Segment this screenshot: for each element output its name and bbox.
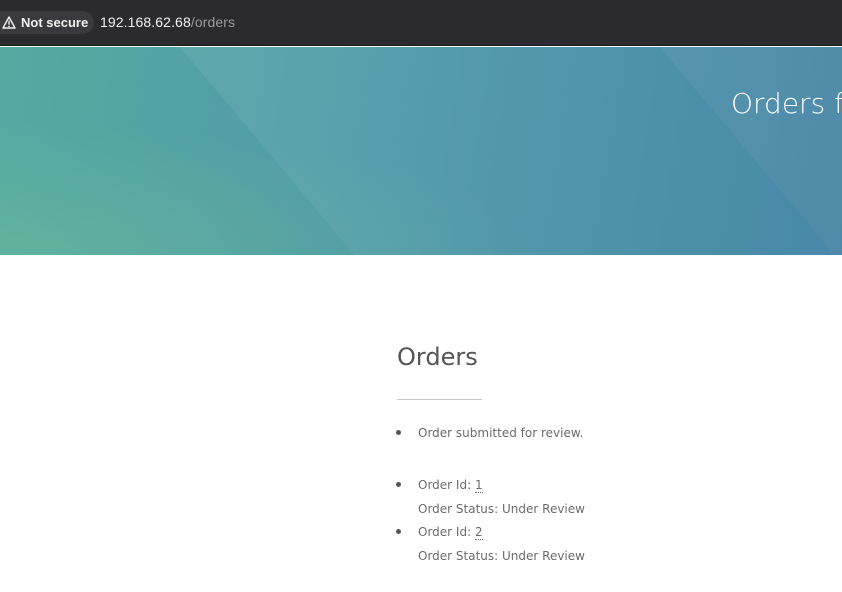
page-title: Orders [397, 343, 478, 371]
order-id-line: Order Id: 1 [418, 478, 483, 493]
list-bullet [396, 529, 401, 534]
order-message: Order submitted for review. [418, 426, 584, 440]
order-status-label: Order Status: [418, 549, 503, 563]
hero-banner: Orders fo [0, 47, 842, 255]
url-field[interactable]: 192.168.62.68/orders [100, 14, 235, 30]
order-status-label: Order Status: [418, 502, 503, 516]
title-divider [397, 399, 482, 400]
list-bullet [396, 430, 401, 435]
order-id-link[interactable]: 2 [474, 525, 483, 540]
warning-triangle-icon [2, 16, 16, 29]
order-id-label: Order Id: [418, 525, 475, 539]
list-bullet [396, 482, 401, 487]
order-id-line: Order Id: 2 [418, 525, 483, 540]
security-indicator[interactable]: Not secure [0, 11, 95, 34]
url-host: 192.168.62.68 [100, 14, 191, 30]
order-status-value: Under Review [502, 502, 585, 516]
order-status-line: Order Status: Under Review [418, 502, 585, 516]
order-status-value: Under Review [502, 549, 585, 563]
security-label: Not secure [21, 15, 89, 30]
order-status-line: Order Status: Under Review [418, 549, 585, 563]
order-id-label: Order Id: [418, 478, 475, 492]
hero-title: Orders fo [731, 87, 842, 120]
url-path: /orders [190, 14, 236, 30]
browser-address-bar: Not secure 192.168.62.68/orders [0, 0, 842, 46]
order-id-link[interactable]: 1 [474, 478, 483, 493]
